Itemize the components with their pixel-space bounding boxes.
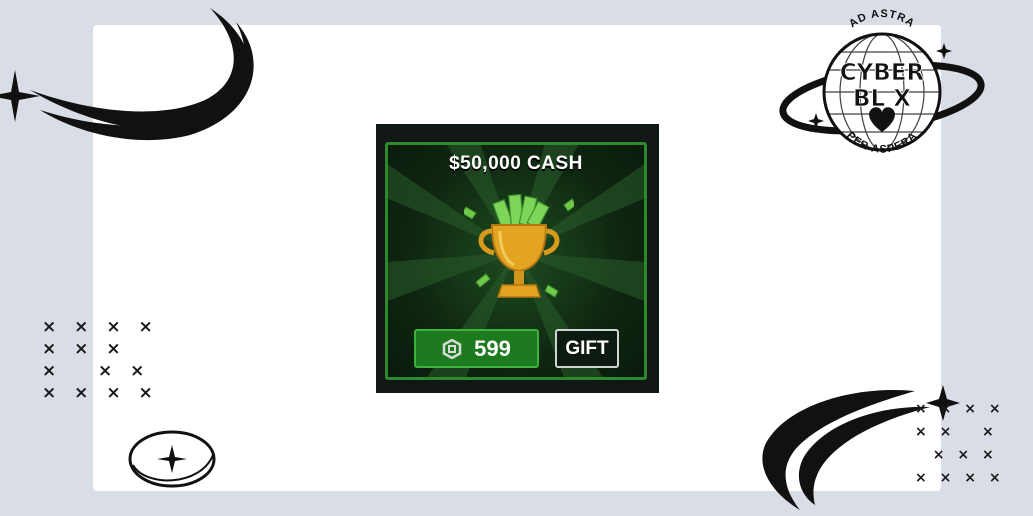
cyberblox-logo: AD ASTRA PER ASPERA CYBER BL X [779, 8, 985, 156]
logo-main-line1: CYBER [840, 60, 925, 86]
price-label: 599 [474, 335, 511, 361]
star-circle-decoration [128, 430, 216, 488]
buy-price-button[interactable]: 599 [414, 329, 539, 368]
svg-text:AD ASTRA: AD ASTRA [847, 8, 917, 30]
gift-button[interactable]: GIFT [555, 329, 619, 368]
x-pattern-right: × × × × × × × × × × × × × × [915, 401, 1005, 486]
product-tile[interactable]: $50,000 CASH 599 GIFT [376, 124, 659, 393]
product-card: $50,000 CASH 599 GIFT [385, 142, 647, 380]
product-title: $50,000 CASH [449, 153, 583, 174]
x-pattern-left: × × × × × × × × × × × × × × [42, 317, 159, 403]
logo-main-line2: BL X [853, 86, 911, 112]
trophy-cash-icon [464, 193, 574, 298]
robux-icon [442, 338, 462, 359]
swoosh-decoration-top-left [0, 8, 254, 141]
logo-top-text: AD ASTRA [847, 8, 916, 30]
